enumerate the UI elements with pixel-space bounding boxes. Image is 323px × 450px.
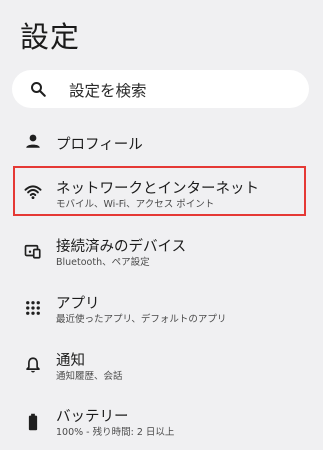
search-placeholder: 設定を検索: [69, 82, 147, 100]
devices-icon: [24, 244, 41, 259]
page-title: 設定: [20, 20, 81, 54]
apps-subtitle: 最近使ったアプリ、デフォルトのアプリ: [56, 314, 227, 325]
search-bar[interactable]: 設定を検索: [12, 70, 309, 108]
settings-item-apps[interactable]: アプリ 最近使ったアプリ、デフォルトのアプリ: [0, 287, 323, 327]
profile-title: プロフィール: [56, 137, 143, 153]
notifications-subtitle: 通知履歴、会話: [56, 371, 123, 382]
notifications-title: 通知: [56, 353, 85, 369]
settings-item-notifications[interactable]: 通知 通知履歴、会話: [0, 344, 323, 384]
apps-grid-icon: [26, 301, 40, 315]
battery-subtitle: 100% - 残り時間: 2 日以上: [56, 427, 175, 438]
settings-item-connected-devices[interactable]: 接続済みのデバイス Bluetooth、ペア設定: [0, 230, 323, 270]
settings-item-profile[interactable]: プロフィール: [0, 126, 323, 160]
settings-item-battery[interactable]: バッテリー 100% - 残り時間: 2 日以上: [0, 402, 323, 442]
person-icon: [26, 134, 40, 148]
connected-devices-subtitle: Bluetooth、ペア設定: [56, 257, 150, 268]
highlight-box: [13, 166, 306, 216]
connected-devices-title: 接続済みのデバイス: [56, 239, 187, 255]
bell-icon: [26, 357, 40, 373]
battery-title: バッテリー: [56, 409, 129, 425]
battery-icon: [28, 413, 38, 431]
search-icon: [31, 82, 46, 97]
apps-title: アプリ: [56, 296, 100, 312]
